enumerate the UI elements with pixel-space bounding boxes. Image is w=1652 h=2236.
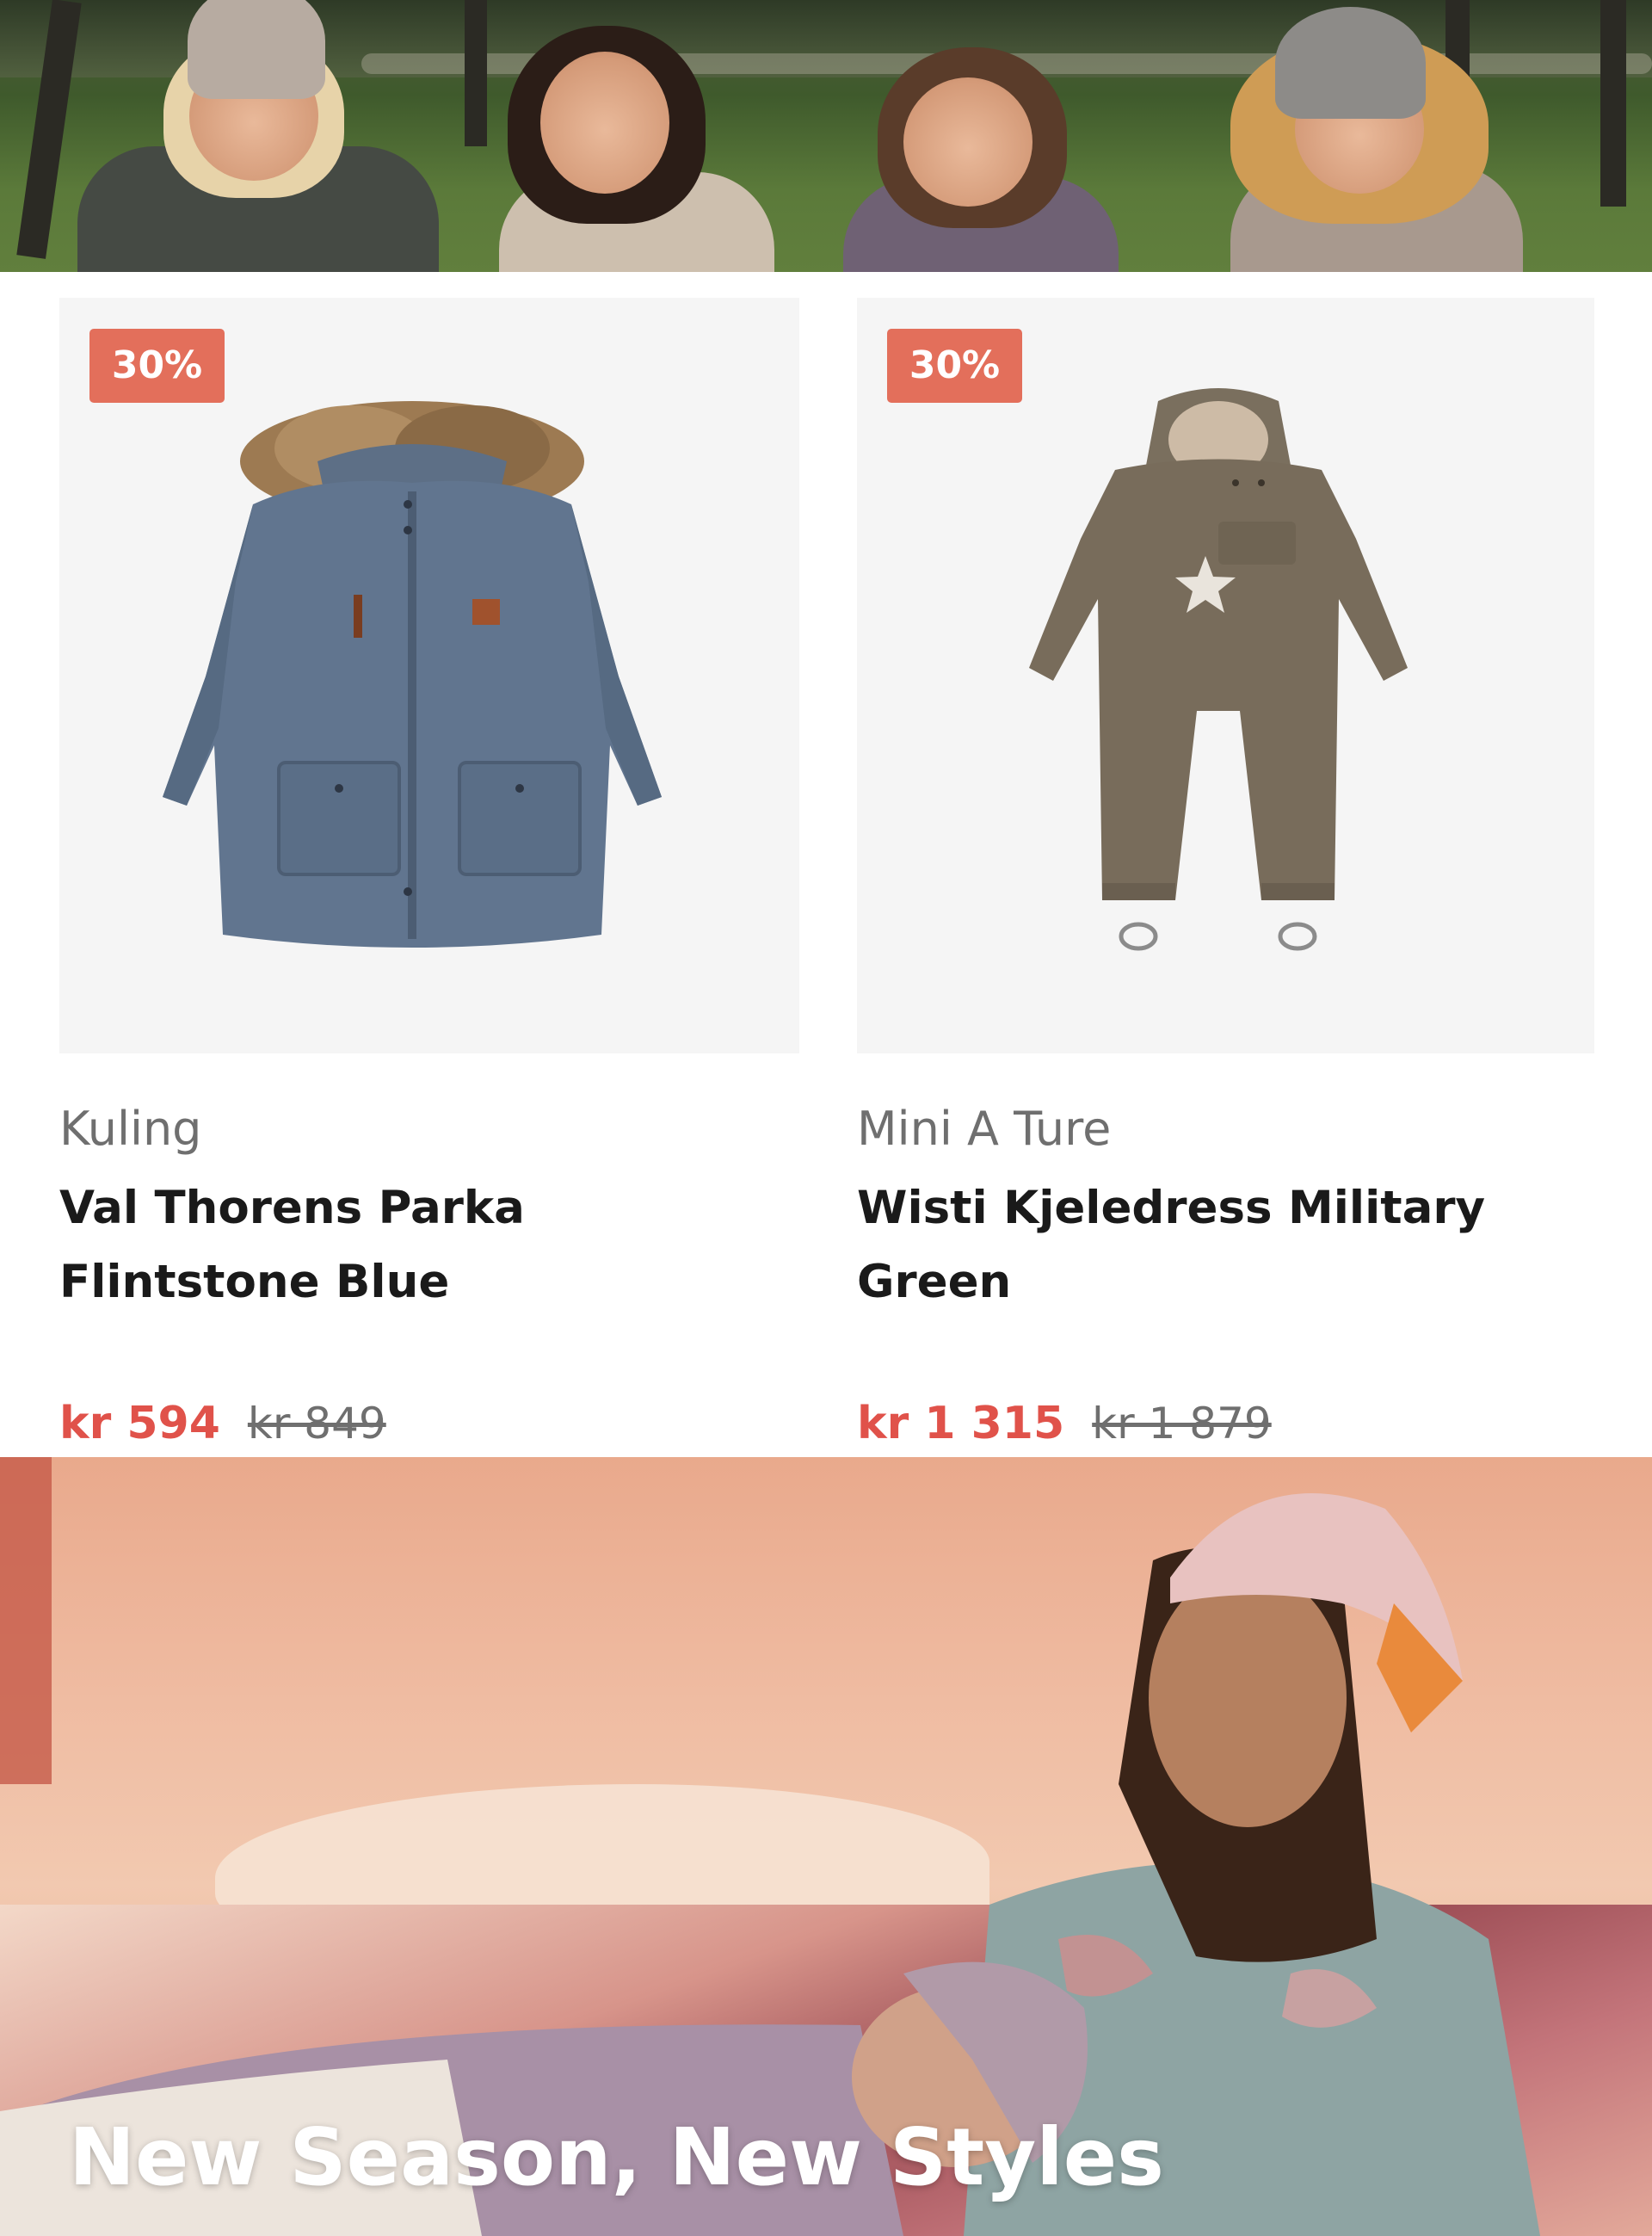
product-title[interactable]: Val Thorens Parka Flintstone Blue: [59, 1171, 799, 1319]
sale-price: kr 594: [59, 1398, 220, 1449]
page: 30% Kuling Val Thorens Parka Flintstone …: [0, 0, 1652, 2236]
product-brand: Mini A Ture: [857, 1102, 1112, 1156]
original-price: kr 1 879: [1092, 1399, 1272, 1448]
hero-banner-top[interactable]: [0, 0, 1652, 272]
product-card[interactable]: 30% Mini A Ture Wisti Kjeledress Militar…: [857, 298, 1594, 1449]
child-figure: [77, 0, 447, 272]
price-row: kr 1 315 kr 1 879: [857, 1398, 1272, 1449]
child-figure: [1213, 0, 1540, 272]
child-figure: [490, 26, 783, 272]
price-row: kr 594 kr 849: [59, 1398, 386, 1449]
sale-price: kr 1 315: [857, 1398, 1065, 1449]
parka-jacket-icon: [163, 401, 662, 948]
tree-trunk: [465, 0, 487, 146]
original-price: kr 849: [247, 1399, 386, 1448]
banner-headline: New Season, New Styles: [69, 2111, 1164, 2203]
tree-trunk: [1600, 0, 1626, 207]
product-image[interactable]: 30%: [857, 298, 1594, 1053]
child-figure: [792, 47, 1162, 272]
hero-banner-bottom[interactable]: New Season, New Styles: [0, 1457, 1652, 2236]
product-brand: Kuling: [59, 1102, 202, 1156]
product-card[interactable]: 30% Kuling Val Thorens Parka Flintstone …: [59, 298, 799, 1449]
snowsuit-icon: [1029, 388, 1408, 951]
product-title[interactable]: Wisti Kjeledress Military Green: [857, 1171, 1594, 1319]
product-image[interactable]: 30%: [59, 298, 799, 1053]
